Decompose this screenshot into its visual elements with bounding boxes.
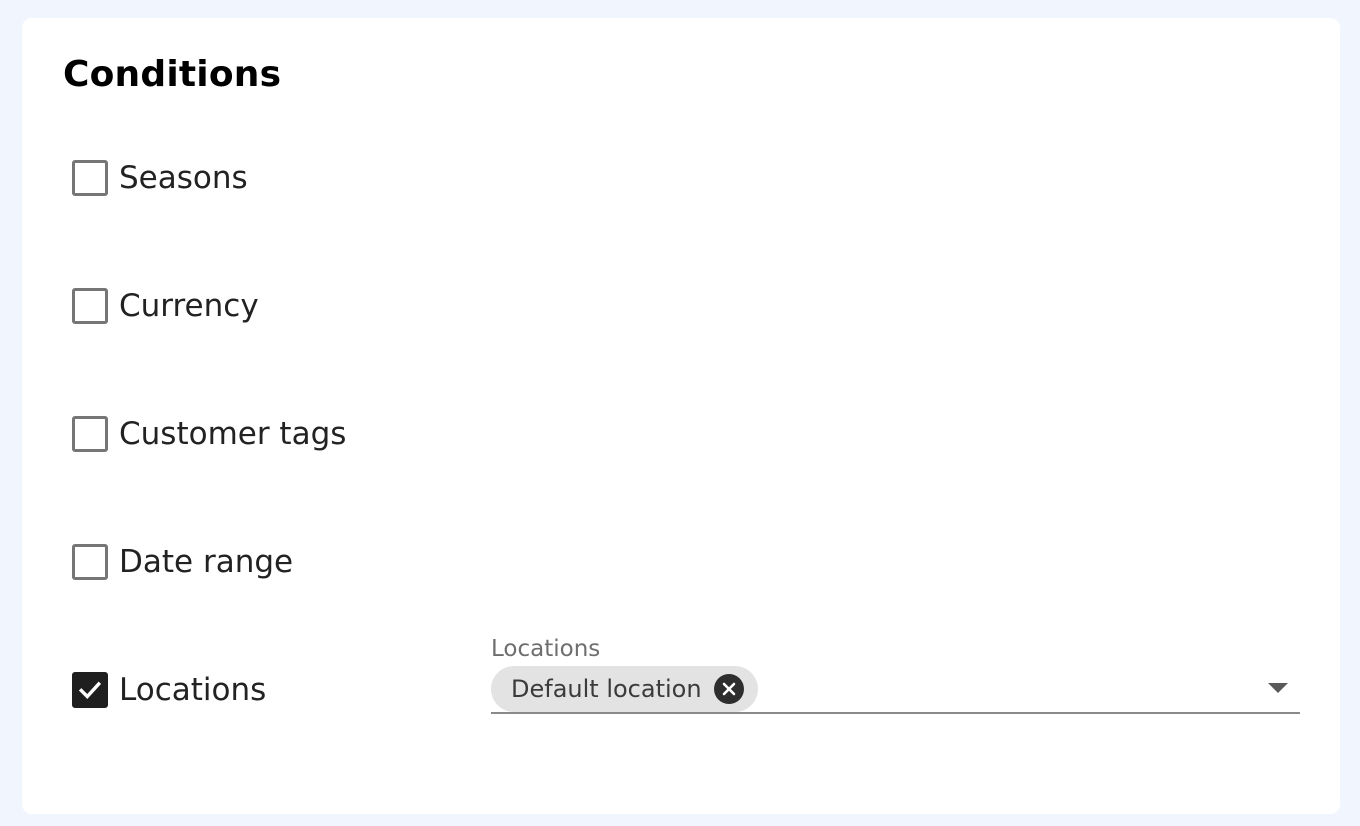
condition-locations[interactable]: Locations	[72, 672, 266, 708]
condition-label: Currency	[119, 288, 259, 324]
section-title: Conditions	[63, 54, 282, 95]
condition-label: Locations	[119, 672, 267, 708]
condition-label: Customer tags	[119, 416, 347, 452]
location-chip: Default location	[491, 666, 758, 712]
condition-date-range[interactable]: Date range	[72, 544, 293, 580]
chip-label: Default location	[511, 675, 702, 703]
locations-select: Locations Default location	[491, 636, 1300, 714]
conditions-card: Conditions Seasons Currency Customer tag…	[22, 18, 1340, 814]
customer-tags-checkbox[interactable]	[72, 416, 108, 452]
locations-checkbox[interactable]	[72, 672, 108, 708]
condition-customer-tags[interactable]: Customer tags	[72, 416, 346, 452]
date-range-checkbox[interactable]	[72, 544, 108, 580]
condition-label: Date range	[119, 544, 294, 580]
caret-down-icon[interactable]	[1268, 683, 1288, 693]
seasons-checkbox[interactable]	[72, 160, 108, 196]
currency-checkbox[interactable]	[72, 288, 108, 324]
close-circle-icon[interactable]	[713, 674, 744, 704]
locations-select-field[interactable]: Default location	[491, 666, 1300, 714]
locations-select-label: Locations	[491, 636, 601, 662]
checkmark-icon	[78, 681, 102, 700]
condition-currency[interactable]: Currency	[72, 288, 259, 324]
condition-label: Seasons	[119, 160, 248, 196]
condition-seasons[interactable]: Seasons	[72, 160, 248, 196]
